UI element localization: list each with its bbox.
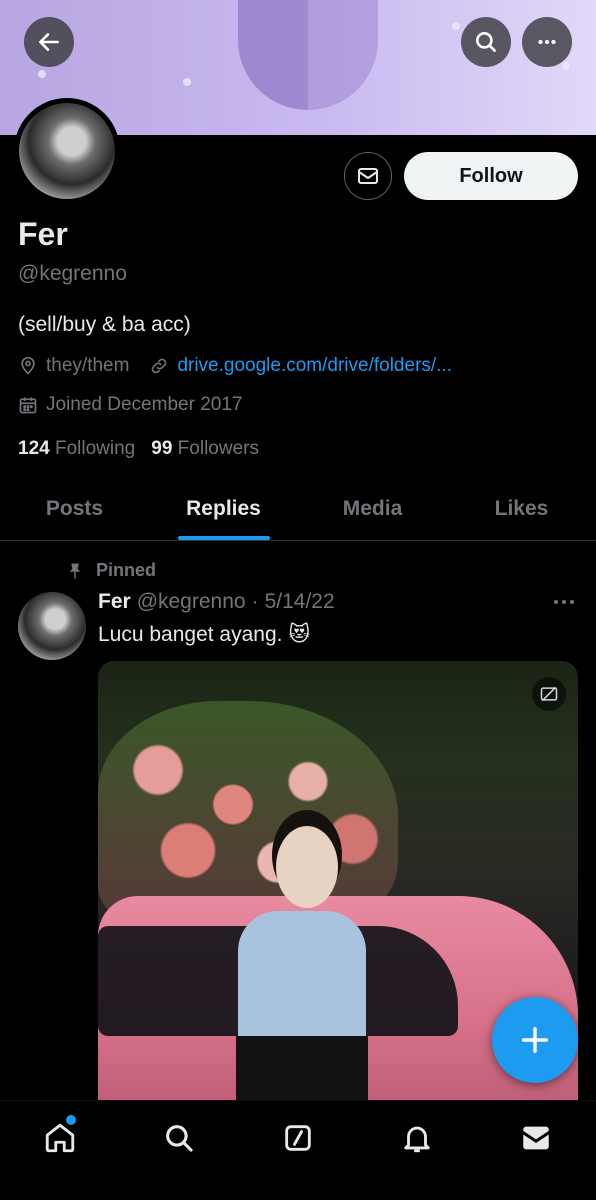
search-icon [165, 1125, 193, 1152]
tweet-author-name[interactable]: Fer [98, 590, 131, 614]
tweet-date[interactable]: 5/14/22 [265, 590, 335, 614]
link-icon [152, 358, 167, 374]
profile-joined-row: Joined December 2017 [18, 394, 242, 416]
nav-messages[interactable] [477, 1121, 596, 1155]
message-button[interactable] [344, 152, 392, 200]
profile-meta-row: they/them drive.google.com/drive/folders… [18, 355, 452, 377]
nav-notifications[interactable] [358, 1121, 477, 1155]
more-options-button[interactable] [522, 17, 572, 67]
following-link[interactable]: 124 Following [18, 438, 135, 460]
more-horizontal-icon [554, 600, 574, 604]
tweet-header: Fer @kegrenno · 5/14/22 [98, 590, 335, 614]
following-count: 124 [18, 438, 50, 459]
banner-heart-shadow [238, 0, 308, 110]
nav-grok[interactable] [238, 1121, 357, 1155]
avatar-image [19, 103, 115, 199]
profile-bio: (sell/buy & ba acc) [18, 313, 191, 336]
following-label: Following [54, 438, 136, 459]
tweet-more-button[interactable] [550, 592, 578, 612]
follow-button[interactable]: Follow [404, 152, 578, 200]
grok-icon [285, 1125, 311, 1151]
plus-icon [521, 1026, 549, 1054]
media-person-head [276, 826, 338, 908]
profile-pronouns: they/them [46, 355, 130, 376]
home-icon [45, 1123, 74, 1153]
tweet-author-handle[interactable]: @kegrenno [137, 590, 246, 614]
profile-tabs: Posts Replies Media Likes [0, 478, 596, 541]
profile-joined: Joined December 2017 [46, 394, 243, 415]
search-icon [476, 32, 496, 52]
gif-badge-icon[interactable] [532, 677, 566, 711]
arrow-left-icon [39, 33, 59, 51]
tab-posts[interactable]: Posts [0, 478, 149, 540]
banner-sparkle [183, 78, 191, 86]
tweet-text: Lucu banget ayang. 😻 [98, 623, 311, 646]
tweet-avatar-image [18, 592, 86, 660]
followers-label: Followers [177, 438, 259, 459]
nav-search[interactable] [119, 1121, 238, 1155]
pinned-label: Pinned [96, 560, 157, 580]
profile-handle: @kegrenno [18, 262, 127, 285]
bottom-navigation [0, 1100, 596, 1200]
profile-link[interactable]: drive.google.com/drive/folders/... [177, 355, 452, 377]
more-horizontal-icon [538, 39, 556, 45]
compose-button[interactable] [492, 997, 578, 1083]
calendar-icon [19, 397, 37, 414]
pin-icon [69, 563, 81, 578]
envelope-icon [358, 168, 378, 184]
pinned-indicator: Pinned [66, 560, 156, 581]
tweet-author-avatar[interactable] [18, 592, 86, 660]
followers-link[interactable]: 99 Followers [151, 438, 259, 460]
bell-icon [404, 1126, 430, 1153]
mail-icon [523, 1126, 550, 1150]
follow-counts: 124 Following 99 Followers [18, 438, 259, 460]
location-pin-icon [21, 356, 35, 375]
followers-count: 99 [151, 438, 173, 459]
profile-name: Fer [18, 216, 68, 252]
tab-media[interactable]: Media [298, 478, 447, 540]
profile-avatar[interactable] [14, 98, 120, 204]
banner-sparkle [38, 70, 46, 78]
nav-home[interactable] [0, 1115, 119, 1155]
notification-dot [66, 1115, 76, 1125]
search-button[interactable] [461, 17, 511, 67]
tweet-separator: · [251, 590, 259, 613]
banner-sparkle [452, 22, 460, 30]
back-button[interactable] [24, 17, 74, 67]
tab-replies[interactable]: Replies [149, 478, 298, 540]
tab-likes[interactable]: Likes [447, 478, 596, 540]
banner-sparkle [562, 62, 570, 70]
